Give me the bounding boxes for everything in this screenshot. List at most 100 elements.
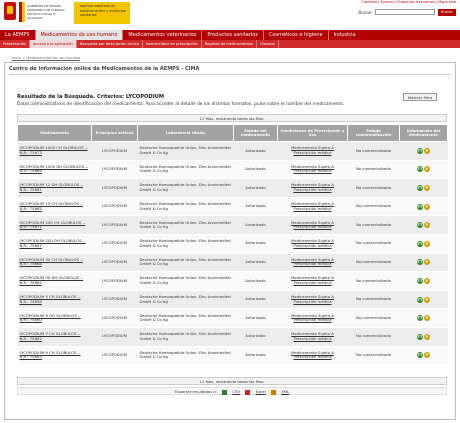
- conditions-link[interactable]: Medicamento Sujeto A Prescripción médica: [277, 253, 348, 273]
- mainnav-item-industry[interactable]: Industria: [329, 30, 361, 40]
- commercial-status-cell: No comercializado: [347, 234, 400, 254]
- medicine-link[interactable]: LYCOPODIUM 5 CH GLOBULOS -- N.R.: 75658: [17, 290, 92, 310]
- subnav-item-app-access[interactable]: Acceso a la aplicación: [30, 40, 77, 48]
- conditions-link[interactable]: Medicamento Sujeto A Prescripción médica: [277, 215, 348, 235]
- prospectus-icon[interactable]: P: [424, 147, 430, 154]
- col-header-laboratory[interactable]: Laboratorio titular: [137, 124, 234, 142]
- mainnav-item-aemps[interactable]: La AEMPS: [0, 30, 35, 40]
- medicine-link[interactable]: LYCOPODIUM 1000 DH GLOBULOS -- N.R.: 756…: [17, 160, 92, 180]
- table-row: LYCOPODIUM 200 DH GLOBULOS -- N.R.: 7566…: [17, 234, 448, 254]
- conditions-link[interactable]: Medicamento Sujeto A Prescripción médica: [277, 197, 348, 217]
- col-header-active-ingredients[interactable]: Principios activos: [91, 124, 138, 142]
- conditions-link[interactable]: Medicamento Sujeto A Prescripción médica: [277, 160, 348, 180]
- medicine-link[interactable]: LYCOPODIUM 200 CH GLOBULOS -- N.R.: 7567…: [17, 215, 92, 235]
- technical-sheet-icon[interactable]: FT: [417, 184, 423, 191]
- export-xml-link[interactable]: XML: [281, 389, 289, 394]
- technical-sheet-icon[interactable]: FT: [417, 259, 423, 266]
- prospectus-icon[interactable]: P: [424, 184, 430, 191]
- technical-sheet-icon[interactable]: FT: [417, 315, 423, 322]
- mainnav-item-human-medicines[interactable]: Medicamentos de uso humano: [35, 30, 123, 40]
- search-button[interactable]: Buscar: [438, 8, 456, 16]
- col-header-status[interactable]: Estado del medicamento: [233, 124, 278, 142]
- technical-sheet-icon[interactable]: FT: [417, 203, 423, 210]
- spain-crest-icon: [4, 2, 16, 20]
- export-csv-link[interactable]: CSV: [232, 389, 240, 394]
- technical-sheet-icon[interactable]: FT: [417, 147, 423, 154]
- technical-sheet-icon[interactable]: FT: [417, 277, 423, 284]
- subnav-item-clinical-search[interactable]: Búsqueda por descripción clínica: [77, 40, 143, 48]
- medicine-link[interactable]: LYCOPODIUM 6 DH GLOBULOS -- N.R.: 75660: [17, 308, 92, 328]
- medicine-link[interactable]: LYCOPODIUM 1000 CH GLOBULOS -- N.R.: 756…: [17, 141, 92, 161]
- main-content: Centro de Información online de Medicame…: [4, 62, 456, 420]
- conditions-link[interactable]: Medicamento Sujeto A Prescripción médica: [277, 234, 348, 254]
- active-ingredient-cell: LYCOPODIUM: [91, 234, 138, 254]
- top-links[interactable]: Contacto | Enlaces | Preguntas frecuente…: [276, 0, 456, 6]
- medicine-link[interactable]: LYCOPODIUM 12 DH GLOBULOS -- N.R.: 75661: [17, 178, 92, 198]
- prospectus-icon[interactable]: P: [424, 277, 430, 284]
- medicine-link[interactable]: LYCOPODIUM 15 CH GLOBULOS -- N.R.: 75665: [17, 197, 92, 217]
- prospectus-icon[interactable]: P: [424, 203, 430, 210]
- conditions-link[interactable]: Medicamento Sujeto A Prescripción médica: [277, 327, 348, 347]
- prospectus-icon[interactable]: P: [424, 352, 430, 359]
- medicine-link[interactable]: LYCOPODIUM 30 CH GLOBULOS -- N.R.: 75668: [17, 253, 92, 273]
- mainnav-item-veterinary[interactable]: Medicamentos veterinarios: [123, 30, 201, 40]
- laboratory-cell: Deutsche Homoopathie Union. Dhu Arzneimi…: [137, 271, 234, 291]
- mainnav-item-cosmetics[interactable]: Cosméticos e higiene: [264, 30, 328, 40]
- conditions-link[interactable]: Medicamento Sujeto A Prescripción médica: [277, 346, 348, 366]
- conditions-link[interactable]: Medicamento Sujeto A Prescripción médica: [277, 290, 348, 310]
- medicine-link[interactable]: LYCOPODIUM 9 CH GLOBULOS -- N.R.: 75663: [17, 346, 92, 366]
- col-header-commercial-status[interactable]: Estado comercialización: [347, 124, 400, 142]
- col-header-information[interactable]: Información del Medicamento: [399, 124, 448, 142]
- show-filter-button[interactable]: Mostrar filtro: [403, 93, 437, 101]
- logo-block[interactable]: GOBIERNO DE ESPAÑA MINISTERIO DE SANIDAD…: [4, 2, 154, 24]
- col-header-medicine[interactable]: Medicamento: [17, 124, 92, 142]
- conditions-link[interactable]: Medicamento Sujeto A Prescripción médica: [277, 178, 348, 198]
- result-description: Datos administrativos de identificación …: [17, 102, 345, 107]
- technical-sheet-icon[interactable]: FT: [417, 222, 423, 229]
- table-row: LYCOPODIUM 30 CH GLOBULOS -- N.R.: 75668…: [17, 253, 448, 273]
- medicine-link[interactable]: LYCOPODIUM 7 CH GLOBULOS -- N.R.: 75662: [17, 327, 92, 347]
- breadcrumb-text[interactable]: Inicio > Medicamentos de uso humano: [12, 56, 80, 60]
- conditions-link[interactable]: Medicamento Sujeto A Prescripción médica: [277, 141, 348, 161]
- technical-sheet-icon[interactable]: FT: [417, 296, 423, 303]
- table-row: LYCOPODIUM 5 CH GLOBULOS -- N.R.: 75658 L…: [17, 290, 448, 310]
- prospectus-icon[interactable]: P: [424, 333, 430, 340]
- table-row: LYCOPODIUM 200 CH GLOBULOS -- N.R.: 7567…: [17, 215, 448, 235]
- title-divider: [9, 74, 451, 75]
- search-box: Buscar Buscar: [358, 8, 456, 16]
- table-header-row: Medicamento Principios activos Laborator…: [17, 124, 448, 142]
- status-cell: Autorizado: [233, 271, 278, 291]
- search-input[interactable]: [375, 9, 436, 15]
- technical-sheet-icon[interactable]: FT: [417, 166, 423, 173]
- conditions-link[interactable]: Medicamento Sujeto A Prescripción médica: [277, 308, 348, 328]
- prospectus-icon[interactable]: P: [424, 315, 430, 322]
- subnav-item-glossary[interactable]: Glosario: [257, 40, 279, 48]
- medicine-link[interactable]: LYCOPODIUM 200 DH GLOBULOS -- N.R.: 7566…: [17, 234, 92, 254]
- commercial-status-cell: No comercializado: [347, 271, 400, 291]
- active-ingredient-cell: LYCOPODIUM: [91, 327, 138, 347]
- breadcrumb[interactable]: Inicio > Medicamentos de uso humano: [12, 56, 80, 60]
- prospectus-icon[interactable]: P: [424, 222, 430, 229]
- government-label: GOBIERNO DE ESPAÑA MINISTERIO DE SANIDAD…: [27, 4, 66, 20]
- info-icons-cell: FT P: [399, 178, 448, 198]
- technical-sheet-icon[interactable]: FT: [417, 352, 423, 359]
- medicine-link[interactable]: LYCOPODIUM 30 DH GLOBULOS -- N.R.: 75664: [17, 271, 92, 291]
- subnav-item-registry[interactable]: Registro de medicamentos: [202, 40, 257, 48]
- commercial-status-cell: No comercializado: [347, 253, 400, 273]
- subnav-item-nomenclator[interactable]: Nomenclátor de prescripción: [143, 40, 202, 48]
- mainnav-item-health-products[interactable]: Productos sanitarios: [202, 30, 263, 40]
- technical-sheet-icon[interactable]: FT: [417, 333, 423, 340]
- col-header-conditions[interactable]: Condiciones de Prescripción y Uso: [277, 124, 348, 142]
- info-icons-cell: FT P: [399, 160, 448, 180]
- conditions-link[interactable]: Medicamento Sujeto A Prescripción médica: [277, 271, 348, 291]
- export-excel-link[interactable]: Excel: [256, 389, 266, 394]
- prospectus-icon[interactable]: P: [424, 296, 430, 303]
- info-icons-cell: FT P: [399, 327, 448, 347]
- info-icons-cell: FT P: [399, 197, 448, 217]
- active-ingredient-cell: LYCOPODIUM: [91, 215, 138, 235]
- prospectus-icon[interactable]: P: [424, 240, 430, 247]
- prospectus-icon[interactable]: P: [424, 259, 430, 266]
- prospectus-icon[interactable]: P: [424, 166, 430, 173]
- subnav-item-presentation[interactable]: Presentación: [0, 40, 31, 48]
- technical-sheet-icon[interactable]: FT: [417, 240, 423, 247]
